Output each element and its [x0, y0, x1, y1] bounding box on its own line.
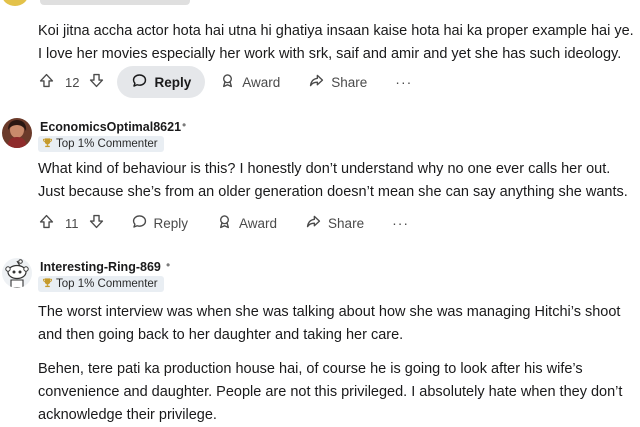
comment-body: Koi jitna accha actor hota hai utna hi g…: [38, 23, 634, 62]
badge-label: Top 1% Commenter: [56, 138, 158, 150]
comment-icon: [131, 213, 148, 233]
username-partial[interactable]: [40, 0, 190, 5]
reply-button[interactable]: Reply: [117, 207, 203, 239]
trophy-icon: [42, 137, 53, 151]
share-button[interactable]: Share: [294, 66, 381, 98]
comment-paragraph: The worst interview was when she was tal…: [38, 304, 621, 343]
upvote-icon[interactable]: [38, 72, 55, 92]
top-commenter-badge: Top 1% Commenter: [38, 276, 164, 292]
separator-dot: •: [182, 118, 187, 132]
reply-button[interactable]: Reply: [117, 66, 206, 98]
more-options-button[interactable]: ···: [381, 74, 426, 90]
downvote-icon[interactable]: [88, 72, 105, 92]
vote-count: 11: [65, 215, 79, 231]
comment-icon: [131, 72, 148, 92]
avatar[interactable]: [2, 0, 28, 6]
award-icon: [219, 72, 236, 92]
share-button[interactable]: Share: [291, 207, 378, 239]
avatar[interactable]: [2, 258, 32, 288]
award-button[interactable]: Award: [205, 66, 294, 98]
vote-group: 12: [38, 72, 105, 92]
comment-body: What kind of behaviour is this? I honest…: [38, 161, 628, 200]
share-label: Share: [331, 74, 368, 90]
award-label: Award: [242, 74, 281, 90]
award-icon: [216, 213, 233, 233]
award-button[interactable]: Award: [202, 207, 291, 239]
vote-count: 12: [65, 74, 80, 90]
share-icon: [305, 213, 322, 233]
comment-header: Interesting-Ring-869 • Top 1% Commenter: [0, 258, 640, 298]
trophy-icon: [42, 277, 53, 291]
comment-header: EconomicsOptimal8621 • Top 1% Commenter: [0, 118, 640, 158]
username[interactable]: Interesting-Ring-869: [40, 260, 161, 274]
avatar[interactable]: [2, 118, 32, 148]
share-icon: [308, 72, 325, 92]
badge-label: Top 1% Commenter: [56, 278, 158, 290]
top-commenter-badge: Top 1% Commenter: [38, 136, 164, 152]
reply-label: Reply: [154, 74, 192, 90]
vote-group: 11: [38, 213, 105, 233]
separator-dot: •: [166, 258, 171, 272]
comment-actions: 12 Reply Award Share ···: [38, 65, 426, 99]
comment-actions: 11 Reply Award Share ···: [38, 206, 423, 240]
comment-paragraph: Behen, tere pati ka production house hai…: [38, 361, 623, 423]
share-label: Share: [328, 215, 365, 231]
downvote-icon[interactable]: [88, 213, 105, 233]
upvote-icon[interactable]: [38, 213, 55, 233]
reply-label: Reply: [153, 215, 189, 231]
award-label: Award: [239, 215, 278, 231]
username[interactable]: EconomicsOptimal8621: [40, 120, 181, 134]
more-options-button[interactable]: ···: [378, 215, 423, 231]
